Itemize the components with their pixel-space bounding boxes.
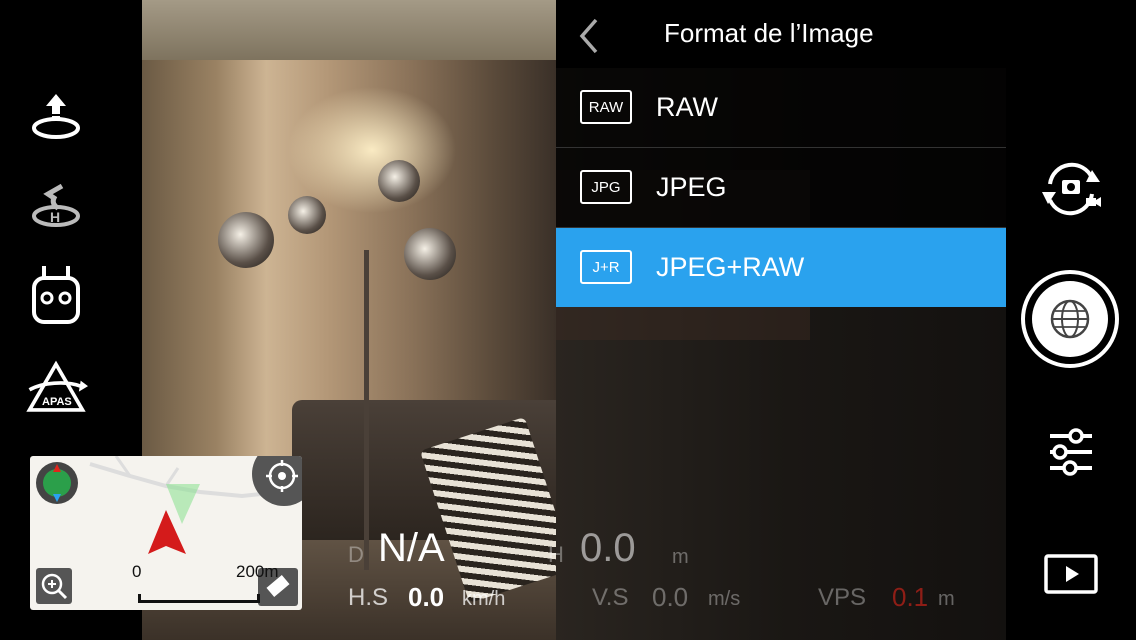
d-label: D: [348, 542, 364, 567]
zoom-in-icon: [41, 573, 68, 600]
format-option-label: JPEG: [656, 172, 727, 202]
map-scale-bar: [138, 594, 260, 603]
feed-lamp-head: [378, 160, 420, 202]
shutter-icon: [1021, 270, 1119, 368]
h-label: H: [548, 542, 564, 567]
apas-button[interactable]: [24, 356, 88, 420]
compass-button[interactable]: [36, 462, 78, 504]
raw-badge-icon: RAW: [580, 90, 632, 124]
hs-unit: km/h: [462, 588, 506, 610]
zoom-button[interactable]: [36, 568, 72, 604]
jpg-badge-icon: JPG: [580, 170, 632, 204]
h-unit: m: [672, 546, 689, 568]
mini-map[interactable]: [30, 456, 302, 610]
d-value: N/A: [378, 526, 445, 570]
playback-button[interactable]: [1044, 554, 1098, 594]
vps-value: 0.1: [892, 582, 929, 612]
hs-label: H.S: [348, 584, 389, 611]
recenter-button[interactable]: [252, 456, 302, 506]
vs-label: V.S: [592, 584, 629, 611]
return-home-button[interactable]: H: [24, 172, 88, 236]
feed-lamp-pole: [364, 250, 369, 570]
feed-lamp-head: [218, 212, 274, 268]
compass-icon: [43, 464, 71, 502]
apas-icon: [26, 360, 88, 412]
vs-unit: m/s: [708, 588, 741, 610]
takeoff-icon: [32, 94, 80, 139]
remote-controller-button[interactable]: [24, 264, 88, 328]
jpeg-raw-badge-icon: J+R: [580, 250, 632, 284]
format-option-jpeg[interactable]: JPG JPEG: [556, 148, 1006, 228]
format-option-jpeg-raw[interactable]: J+R JPEG+RAW: [556, 228, 1006, 307]
vps-label: VPS: [818, 584, 867, 611]
shutter-button[interactable]: [1020, 269, 1120, 369]
format-option-label: JPEG+RAW: [656, 252, 805, 282]
image-format-panel: Format de l’Image RAW RAW JPG JPEG J+R J…: [556, 0, 1006, 307]
chevron-left-icon: [579, 18, 598, 54]
panel-header: Format de l’Image: [556, 0, 1006, 68]
vs-value: 0.0: [652, 582, 689, 612]
playback-icon: [1044, 554, 1098, 594]
settings-sliders-icon: [1050, 428, 1092, 476]
back-button[interactable]: [574, 16, 604, 56]
format-option-raw[interactable]: RAW RAW: [556, 68, 1006, 148]
svg-text:H: H: [50, 209, 60, 225]
camera-settings-button[interactable]: [1046, 426, 1096, 478]
feed-lamp-head: [288, 196, 326, 234]
return-home-icon: H: [32, 183, 80, 227]
takeoff-button[interactable]: [24, 84, 88, 148]
apas-label: APAS: [42, 396, 72, 408]
format-option-label: RAW: [656, 92, 718, 122]
feed-lamp-head: [404, 228, 456, 280]
remote-controller-icon: [32, 266, 80, 324]
feed-ceiling: [142, 0, 556, 60]
panel-title: Format de l’Image: [664, 18, 874, 48]
hs-value: 0.0: [408, 582, 445, 612]
camera-mode-switch-button[interactable]: [1036, 158, 1106, 218]
map-scale-start: 0: [132, 562, 142, 581]
camera-switch-icon: [1042, 162, 1101, 216]
crosshair-icon: [266, 460, 298, 492]
vps-unit: m: [938, 588, 955, 610]
right-toolbar: [1006, 0, 1136, 640]
h-value: 0.0: [580, 526, 636, 570]
map-scale-end: 200m: [236, 562, 279, 581]
